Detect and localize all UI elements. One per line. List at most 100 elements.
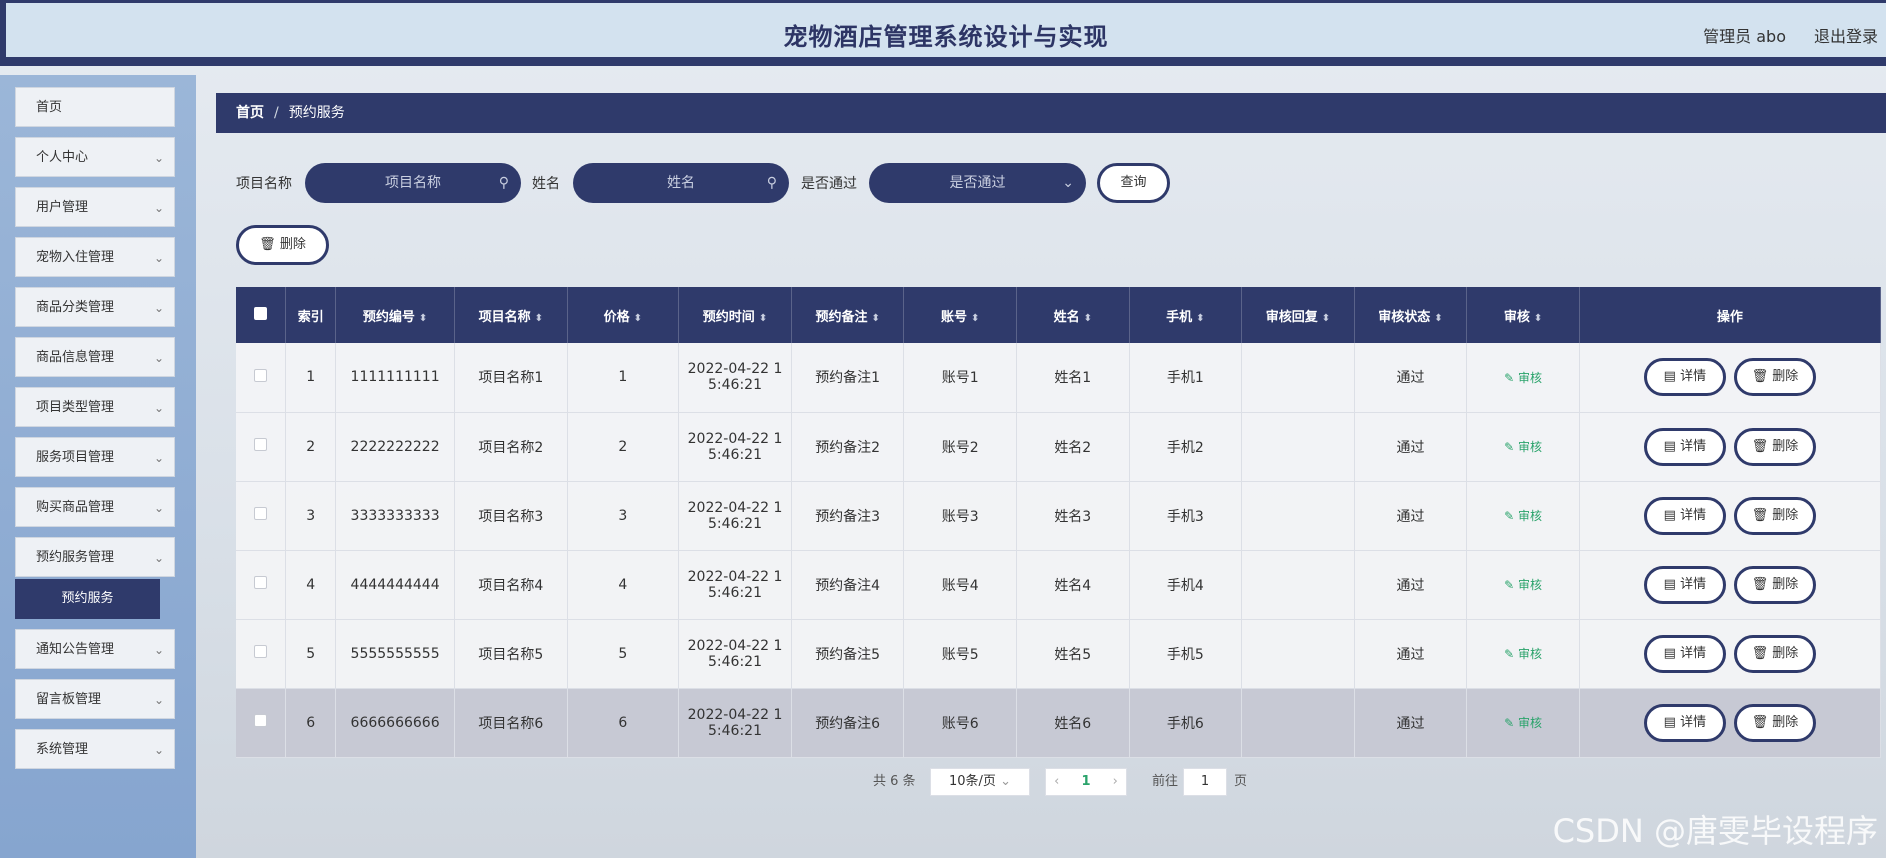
pen-icon: ✎ [1504,578,1515,592]
audit-link[interactable]: ✎ 审核 [1504,578,1542,592]
cell-index: 3 [306,507,316,524]
sidebar-item-2[interactable]: 用户管理 ⌄ [15,187,175,227]
table-cell: ▤ 详情 🗑 删除 [1579,412,1882,482]
sort-icon[interactable]: ⬍ [871,313,879,324]
table-cell: 5 [567,619,680,689]
cell-account: 账号2 [941,439,979,456]
table-cell: 账号5 [903,619,1017,689]
detail-button[interactable]: ▤ 详情 [1643,703,1726,742]
pen-icon: ✎ [1504,440,1515,454]
goto-input[interactable]: 1 [1183,768,1227,796]
batch-delete-button[interactable]: 🗑 删除 [236,225,329,265]
sort-icon[interactable]: ⬍ [1196,313,1204,324]
trash-icon: 🗑 [1751,645,1769,661]
sidebar-item-4[interactable]: 商品分类管理 ⌄ [15,287,175,327]
chevron-down-icon: ⌄ [153,301,164,315]
page-nav: ‹ 1 › [1045,768,1127,796]
sort-icon[interactable]: ⬍ [1084,313,1092,324]
page-size-value: 10条/页 [949,774,996,789]
sidebar-item-0[interactable]: 首页 [15,87,175,127]
detail-button[interactable]: ▤ 详情 [1643,565,1726,604]
row-checkbox[interactable] [254,368,268,382]
sidebar-item-label: 系统管理 [36,742,89,757]
sidebar-subitem-appointment[interactable]: 预约服务 [15,579,160,619]
delete-button[interactable]: 🗑 删除 [1733,358,1816,397]
breadcrumb-separator: / [274,105,279,121]
query-button[interactable]: 查询 [1097,163,1170,203]
audit-link[interactable]: ✎ 审核 [1504,440,1542,454]
delete-button[interactable]: 🗑 删除 [1733,427,1816,466]
chevron-down-icon: ⌄ [1000,774,1011,789]
detail-button[interactable]: ▤ 详情 [1643,358,1726,397]
select-all-checkbox[interactable] [254,306,268,320]
sort-icon[interactable]: ⬍ [1434,313,1442,324]
row-checkbox[interactable] [254,438,268,451]
current-page[interactable]: 1 [1081,774,1090,789]
sidebar-item-7[interactable]: 服务项目管理 ⌄ [15,437,175,477]
sort-icon[interactable]: ⬍ [535,313,543,324]
detail-button[interactable]: ▤ 详情 [1643,634,1726,673]
sidebar-item-1[interactable]: 个人中心 ⌄ [15,137,175,177]
sort-icon[interactable]: ⬍ [1322,313,1330,324]
table-cell: 姓名4 [1016,550,1130,620]
sort-icon[interactable]: ⬍ [971,313,979,324]
sidebar-item-label: 留言板管理 [36,692,102,707]
detail-button[interactable]: ▤ 详情 [1643,496,1726,535]
name-input[interactable]: 姓名 ⚲ [573,163,789,203]
sidebar-item-11[interactable]: 留言板管理 ⌄ [15,679,175,719]
sidebar-item-5[interactable]: 商品信息管理 ⌄ [15,337,175,377]
delete-button[interactable]: 🗑 删除 [1733,634,1816,673]
table-row: 6 6666666666 项目名称6 6 2022-04-22 1 5:46:21 预约备注… [236,688,1882,758]
goto-label: 前往 [1152,774,1179,789]
audit-link[interactable]: ✎ 审核 [1504,647,1542,661]
detail-label: 详情 [1680,438,1707,454]
sidebar-item-9[interactable]: 预约服务管理 ⌄ [15,537,175,577]
pen-icon: ✎ [1504,647,1515,661]
detail-button[interactable]: ▤ 详情 [1643,427,1726,466]
sort-icon[interactable]: ⬍ [419,313,427,324]
table-cell [236,550,287,620]
table-cell: ▤ 详情 🗑 删除 [1579,481,1882,551]
document-icon: ▤ [1663,714,1676,730]
sort-icon[interactable]: ⬍ [634,313,642,324]
sort-icon[interactable]: ⬍ [1534,313,1542,324]
page-size-select[interactable]: 10条/页 ⌄ [930,768,1030,796]
row-checkbox[interactable] [254,507,268,520]
delete-button[interactable]: 🗑 删除 [1733,565,1816,604]
table-cell: 预约备注5 [791,619,905,689]
row-checkbox[interactable] [254,645,268,658]
sidebar-item-10[interactable]: 通知公告管理 ⌄ [15,629,175,669]
cell-note: 预约备注6 [815,715,881,732]
table-cell: ✎ 审核 [1466,619,1580,689]
cell-note: 预约备注3 [815,508,881,525]
table-cell [1241,412,1355,482]
audit-link[interactable]: ✎ 审核 [1504,716,1542,730]
sidebar-item-8[interactable]: 购买商品管理 ⌄ [15,487,175,527]
logout-link[interactable]: 退出登录 [1814,23,1878,47]
pass-select[interactable]: 是否通过 ⌄ [869,163,1086,203]
table-cell: 账号6 [903,688,1017,758]
table-cell: 2222222222 [335,412,456,482]
audit-link[interactable]: ✎ 审核 [1504,509,1542,523]
cell-phone: 手机5 [1166,646,1204,663]
delete-button[interactable]: 🗑 删除 [1733,496,1816,535]
breadcrumb-home[interactable]: 首页 [236,105,264,121]
delete-button[interactable]: 🗑 删除 [1733,703,1816,742]
breadcrumb-current: 预约服务 [288,105,345,121]
prev-page-icon[interactable]: ‹ [1054,774,1059,789]
next-page-icon[interactable]: › [1113,774,1118,789]
chevron-down-icon: ⌄ [153,693,164,707]
sidebar-item-6[interactable]: 项目类型管理 ⌄ [15,387,175,427]
row-checkbox[interactable] [254,714,268,727]
row-checkbox[interactable] [254,576,268,589]
sidebar-item-3[interactable]: 宠物入住管理 ⌄ [15,237,175,277]
audit-link[interactable]: ✎ 审核 [1504,371,1542,385]
cell-name: 姓名4 [1054,577,1092,594]
table-cell: 姓名2 [1016,412,1130,482]
table-cell: 3 [285,481,337,551]
table-row: 5 5555555555 项目名称5 5 2022-04-22 1 5:46:21 预约备注… [236,619,1882,689]
table-cell: ▤ 详情 🗑 删除 [1579,343,1882,413]
sidebar-item-12[interactable]: 系统管理 ⌄ [15,729,175,769]
sort-icon[interactable]: ⬍ [759,313,767,324]
project-name-input[interactable]: 项目名称 ⚲ [305,163,521,203]
